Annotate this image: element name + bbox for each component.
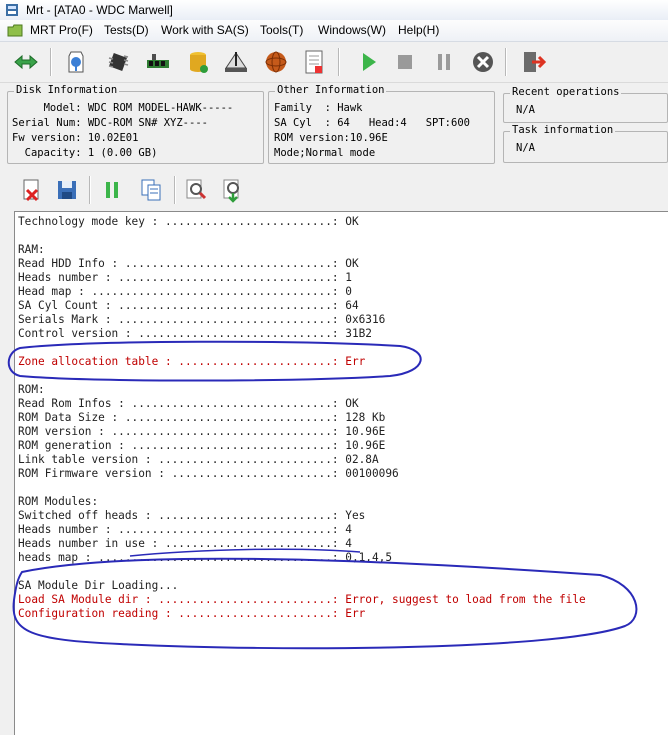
other-family: Family : Hawk xyxy=(274,102,363,114)
other-sa-cyl: SA Cyl : 64 Head:4 SPT:600 xyxy=(274,117,470,129)
log-line: Head map : .............................… xyxy=(18,285,352,298)
log-line-error: Zone allocation table : ................… xyxy=(18,355,366,368)
menu-bar: MRT Pro(F) Tests(D) Work with SA(S) Tool… xyxy=(0,20,668,42)
log-line: ROM Firmware version : .................… xyxy=(18,467,399,480)
other-rom-version: ROM version:10.96E xyxy=(274,132,388,144)
zoom-down-icon[interactable] xyxy=(219,176,247,204)
sphere-icon[interactable] xyxy=(262,48,290,76)
log-line: Link table version : ...................… xyxy=(18,453,379,466)
document-icon[interactable] xyxy=(300,48,328,76)
log-line: ROM version : ..........................… xyxy=(18,425,386,438)
log-line: Technology mode key : ..................… xyxy=(18,215,359,228)
log-line: Read HDD Info : ........................… xyxy=(18,257,359,270)
delete-file-icon[interactable] xyxy=(17,176,45,204)
log-line: heads map : ............................… xyxy=(18,551,393,564)
task-info-title: Task information xyxy=(510,124,616,136)
database-icon[interactable] xyxy=(184,48,212,76)
log-line-error: Load SA Module dir : ...................… xyxy=(18,593,586,606)
exit-icon[interactable] xyxy=(519,48,547,76)
log-line: Heads number : .........................… xyxy=(18,523,352,536)
log-line: SA Module Dir Loading... xyxy=(18,579,179,592)
title-bar: Mrt - [ATA0 - WDC Marwell] xyxy=(0,0,668,21)
log-toolbar xyxy=(0,170,668,210)
play-icon[interactable] xyxy=(354,48,382,76)
task-info-value: N/A xyxy=(516,142,535,154)
other-info-title: Other Information xyxy=(275,84,387,96)
pause-bars-icon[interactable] xyxy=(98,176,126,204)
cancel-icon[interactable] xyxy=(469,48,497,76)
menu-windows[interactable]: Windows(W) xyxy=(318,23,386,37)
log-line: Heads number in use : ..................… xyxy=(18,537,352,550)
log-line: ROM: xyxy=(18,383,45,396)
menu-mrt-pro[interactable]: MRT Pro(F) xyxy=(30,23,93,37)
log-line: ROM Modules: xyxy=(18,495,99,508)
task-info-panel: Task information N/A xyxy=(503,124,668,163)
other-info-panel: Other Information Family : Hawk SA Cyl :… xyxy=(268,84,495,164)
log-line: SA Cyl Count : .........................… xyxy=(18,299,359,312)
log-panel[interactable]: Technology mode key : ..................… xyxy=(14,211,668,735)
log-line-error: Configuration reading : ................… xyxy=(18,607,366,620)
log-line: ROM Data Size : ........................… xyxy=(18,411,386,424)
stop-icon[interactable] xyxy=(391,48,419,76)
log-line: Heads number : .........................… xyxy=(18,271,352,284)
disk-info-title: Disk Information xyxy=(14,84,120,96)
log-line: Serials Mark : .........................… xyxy=(18,313,386,326)
memory-icon[interactable] xyxy=(144,48,172,76)
app-icon xyxy=(6,4,18,16)
log-line: Read Rom Infos : .......................… xyxy=(18,397,359,410)
menu-work-with-sa[interactable]: Work with SA(S) xyxy=(161,23,249,37)
save-icon[interactable] xyxy=(53,176,81,204)
disk-fw-version: Fw version: 10.02E01 xyxy=(12,132,139,144)
log-line: ROM generation : .......................… xyxy=(18,439,386,452)
pause-icon[interactable] xyxy=(430,48,458,76)
scale-icon[interactable] xyxy=(222,48,250,76)
recent-operations-title: Recent operations xyxy=(510,86,622,98)
log-line: Switched off heads : ...................… xyxy=(18,509,366,522)
zoom-icon[interactable] xyxy=(182,176,210,204)
info-icon[interactable] xyxy=(62,48,90,76)
folder-icon xyxy=(7,24,23,37)
disk-info-panel: Disk Information Model: WDC ROM MODEL-HA… xyxy=(7,84,264,164)
disk-serial: Serial Num: WDC-ROM SN# XYZ---- xyxy=(12,117,208,129)
menu-tests[interactable]: Tests(D) xyxy=(104,23,149,37)
copy-icon[interactable] xyxy=(137,176,165,204)
log-line: Control version : ......................… xyxy=(18,327,372,340)
disk-capacity: Capacity: 1 (0.00 GB) xyxy=(12,147,158,159)
window-title: Mrt - [ATA0 - WDC Marwell] xyxy=(26,3,173,17)
menu-tools[interactable]: Tools(T) xyxy=(260,23,303,37)
other-mode: Mode;Normal mode xyxy=(274,147,376,159)
recent-operations-value: N/A xyxy=(516,104,535,116)
menu-help[interactable]: Help(H) xyxy=(398,23,439,37)
recent-operations-panel: Recent operations N/A xyxy=(503,86,668,123)
main-toolbar xyxy=(0,42,668,83)
chip-icon[interactable] xyxy=(104,48,132,76)
connect-icon[interactable] xyxy=(12,48,40,76)
log-line: RAM: xyxy=(18,243,45,256)
disk-model: Model: WDC ROM MODEL-HAWK----- xyxy=(12,102,234,114)
